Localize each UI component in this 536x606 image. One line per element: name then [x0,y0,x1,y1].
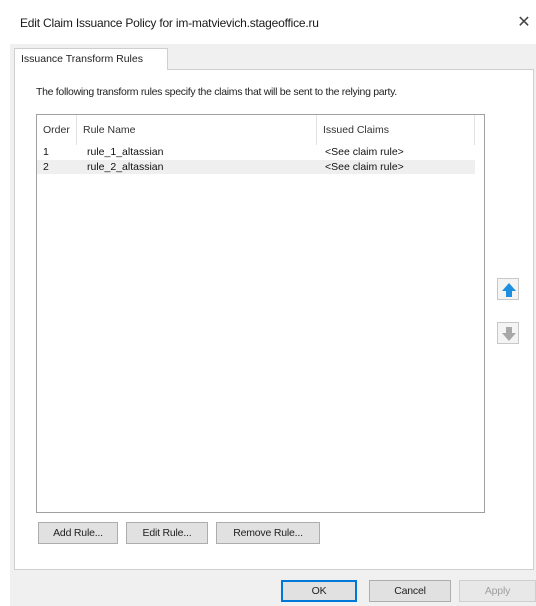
move-down-button[interactable] [497,322,519,344]
arrow-up-icon [502,283,516,297]
move-up-button[interactable] [497,278,519,300]
cancel-button[interactable]: Cancel [369,580,451,602]
ok-button[interactable]: OK [281,580,357,602]
tab-issuance-transform-rules[interactable]: Issuance Transform Rules [14,48,168,70]
row-order: 1 [43,146,49,158]
window-title: Edit Claim Issuance Policy for im-matvie… [20,16,319,30]
apply-button[interactable]: Apply [459,580,536,602]
close-icon[interactable]: ✕ [512,10,536,36]
edit-rule-button[interactable]: Edit Rule... [126,522,208,544]
rules-list[interactable]: Order Rule Name Issued Claims 1 rule_1_a… [36,114,485,513]
row-rule-name: rule_1_altassian [87,146,164,158]
row-issued-claims: <See claim rule> [325,161,404,173]
column-header-order[interactable]: Order [37,115,77,145]
column-header-issued-claims[interactable]: Issued Claims [317,115,475,145]
rules-description: The following transform rules specify th… [36,86,397,98]
row-issued-claims: <See claim rule> [325,146,404,158]
row-rule-name: rule_2_altassian [87,161,164,173]
list-header: Order Rule Name Issued Claims [37,115,484,145]
row-order: 2 [43,161,49,173]
add-rule-button[interactable]: Add Rule... [38,522,118,544]
list-row[interactable]: 2 rule_2_altassian <See claim rule> [37,160,475,174]
list-row[interactable]: 1 rule_1_altassian <See claim rule> [37,145,475,159]
arrow-down-icon [502,327,516,341]
remove-rule-button[interactable]: Remove Rule... [216,522,320,544]
title-bar: Edit Claim Issuance Policy for im-matvie… [0,0,536,44]
column-header-rule-name[interactable]: Rule Name [77,115,317,145]
